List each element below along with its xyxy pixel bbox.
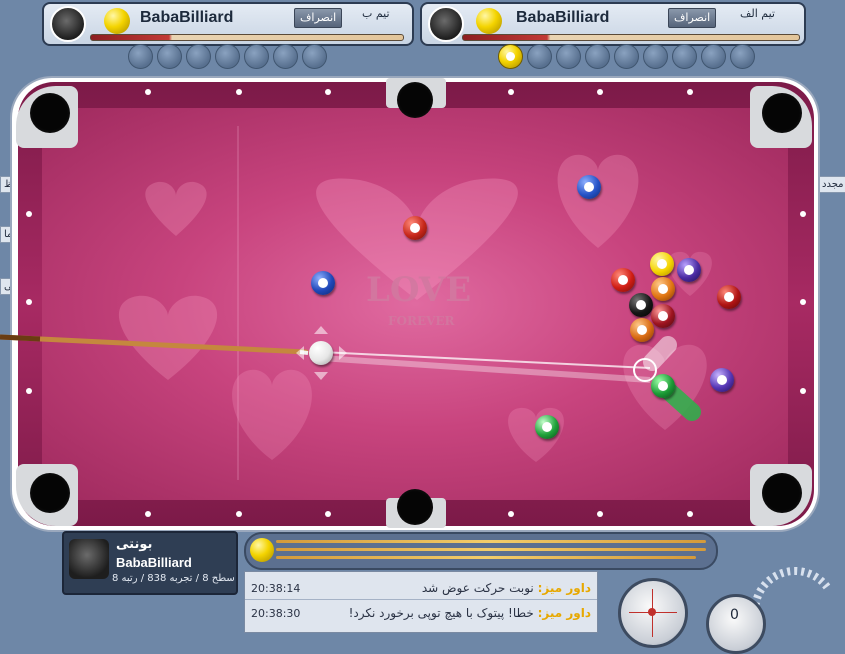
- player-name: BabaBilliard: [516, 9, 610, 26]
- rail-diamond: [325, 511, 331, 517]
- rail-diamond: [145, 89, 151, 95]
- ball-yellow: [650, 252, 674, 276]
- cue-timer-bar: [462, 34, 800, 41]
- rail-diamond: [26, 299, 32, 305]
- ball-slot: [585, 44, 610, 69]
- ball-slot: [244, 44, 269, 69]
- player-panel-right: BabaBilliard انصراف تیم الف: [420, 2, 806, 46]
- ball-slot: [556, 44, 581, 69]
- side-tab-replay[interactable]: مجدد: [818, 176, 845, 193]
- rail-diamond: [325, 89, 331, 95]
- ball-slot: [128, 44, 153, 69]
- ball-stripe-maroon: [651, 304, 675, 328]
- rail-diamond: [800, 388, 806, 394]
- chat-text: داور میز: خطا! پیتوک با هیچ توپی برخورد …: [349, 606, 591, 620]
- rail-diamond: [26, 211, 32, 217]
- rail-diamond: [508, 89, 514, 95]
- pocket-bottom-left: [30, 473, 70, 513]
- ball-eight: [629, 293, 653, 317]
- ball-slot: [527, 44, 552, 69]
- rail-diamond: [145, 511, 151, 517]
- cue-ball[interactable]: [309, 341, 333, 365]
- ball-solid-green: [651, 374, 675, 398]
- chat-body: خطا! پیتوک با هیچ توپی برخورد نکرد!: [348, 606, 534, 620]
- ball-orange: [651, 277, 675, 301]
- ball-stripe-red: [403, 216, 427, 240]
- team-label: تیم ب: [362, 7, 390, 20]
- profile-card: بونتی BabaBilliard سطح 8 / تجربه 838 / ر…: [62, 531, 238, 595]
- chat-text: داور میز: نوبت حرکت عوض شد: [422, 581, 591, 595]
- chat-body: نوبت حرکت عوض شد: [421, 581, 534, 595]
- rail-diamond: [597, 511, 603, 517]
- ball-stripe-blue: [311, 271, 335, 295]
- pocket-top-right: [762, 93, 802, 133]
- chat-timestamp: 20:38:30: [251, 606, 301, 620]
- yellow-ball-icon: [476, 8, 502, 34]
- ball-solid-blue: [577, 175, 601, 199]
- pocket-bottom-middle: [397, 489, 433, 525]
- ball-solid-maroon: [717, 285, 741, 309]
- rail-diamond: [236, 89, 242, 95]
- pocketed-slots-left: [128, 44, 327, 69]
- forfeit-button[interactable]: انصراف: [668, 8, 717, 28]
- chat-log[interactable]: 20:38:14 داور میز: نوبت حرکت عوض شد 20:3…: [244, 571, 598, 633]
- pocket-bottom-right: [762, 473, 802, 513]
- ball-slot: [215, 44, 240, 69]
- team-label: تیم الف: [740, 7, 775, 20]
- ball-stripe-purple: [710, 368, 734, 392]
- yellow-ball-icon: [250, 538, 274, 562]
- rail-diamond: [508, 511, 514, 517]
- pocketed-ball-1: [498, 44, 523, 69]
- ball-stripe-green: [535, 415, 559, 439]
- chat-speaker: داور میز:: [537, 581, 591, 595]
- rail-diamond: [236, 511, 242, 517]
- ball-slot: [730, 44, 755, 69]
- rail-diamond: [597, 89, 603, 95]
- rack-rail: [276, 548, 706, 551]
- chat-speaker: داور میز:: [537, 606, 591, 620]
- ball-slot: [302, 44, 327, 69]
- rack-rail: [276, 540, 706, 543]
- cue-ball-spin-icon[interactable]: [618, 578, 688, 648]
- power-value: 0: [730, 607, 739, 623]
- pocketed-slots-right: [498, 44, 755, 69]
- profile-display-name: بونتی: [116, 537, 153, 552]
- profile-username: BabaBilliard: [116, 555, 192, 570]
- profile-stats: سطح 8 / تجربه 838 / رتبه 8: [112, 573, 235, 584]
- rail-diamond: [800, 211, 806, 217]
- table-logo-subtitle: FOREVER: [388, 314, 455, 328]
- rail-diamond: [687, 511, 693, 517]
- chat-message: 20:38:14 داور میز: نوبت حرکت عوض شد: [245, 577, 597, 599]
- rack-rail: [276, 556, 696, 559]
- table-logo-title: LOVE: [366, 270, 472, 310]
- player-name: BabaBilliard: [140, 9, 234, 26]
- pocket-top-middle: [397, 82, 433, 118]
- player-avatar: [428, 6, 464, 42]
- rail-diamond: [687, 89, 693, 95]
- ball-slot: [614, 44, 639, 69]
- ball-slot: [672, 44, 697, 69]
- cat-avatar-icon: [69, 539, 109, 579]
- ball-solid-red: [611, 268, 635, 292]
- ball-return-rack: [244, 532, 718, 570]
- ball-purple: [677, 258, 701, 282]
- rail-diamond: [26, 388, 32, 394]
- player-panel-left: BabaBilliard انصراف تیم ب: [42, 2, 414, 46]
- pocket-top-left: [30, 93, 70, 133]
- chat-message: 20:38:30 داور میز: خطا! پیتوک با هیچ توپ…: [245, 602, 597, 624]
- rail-diamond: [800, 299, 806, 305]
- yellow-ball-icon: [104, 8, 130, 34]
- ball-stripe-orange: [630, 318, 654, 342]
- forfeit-button[interactable]: انصراف: [294, 8, 343, 28]
- ball-slot: [157, 44, 182, 69]
- cue-timer-bar: [90, 34, 404, 41]
- ball-slot: [273, 44, 298, 69]
- power-knob[interactable]: 0: [706, 594, 766, 654]
- player-avatar: [50, 6, 86, 42]
- ball-slot: [643, 44, 668, 69]
- chat-timestamp: 20:38:14: [251, 581, 301, 595]
- ball-slot: [701, 44, 726, 69]
- ball-slot: [186, 44, 211, 69]
